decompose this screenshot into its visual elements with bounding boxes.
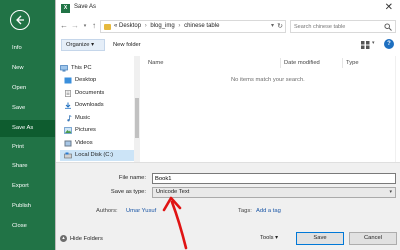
chevron-up-icon: ▴: [60, 235, 67, 242]
file-name-label: File name:: [118, 175, 146, 181]
chevron-right-icon: ›: [178, 23, 181, 29]
save-button[interactable]: Save: [296, 232, 344, 245]
forward-icon[interactable]: →: [70, 21, 80, 31]
dialog-toolbar: Organize ▾ New folder ▾ ?: [56, 37, 400, 53]
excel-icon: X: [61, 4, 70, 13]
tree-label: This PC: [71, 65, 92, 71]
search-input[interactable]: [294, 23, 384, 31]
navigation-pane: This PC Desktop Documents Downloads Musi…: [56, 56, 140, 162]
hide-folders-toggle[interactable]: ▴ Hide Folders: [60, 235, 103, 242]
chevron-down-icon[interactable]: ▾: [372, 40, 375, 46]
tree-item-music[interactable]: Music: [60, 113, 132, 124]
chevron-right-icon: ›: [144, 23, 147, 29]
search-box[interactable]: [290, 20, 396, 33]
breadcrumb-item[interactable]: chinese table: [184, 23, 219, 29]
file-name-input[interactable]: [152, 173, 396, 184]
chevron-down-icon[interactable]: ▾: [389, 188, 392, 197]
tree-item-pictures[interactable]: Pictures: [60, 125, 132, 136]
tree-label: Music: [75, 115, 91, 121]
empty-message: No items match your search.: [231, 77, 305, 83]
tools-button[interactable]: Tools ▾: [260, 235, 278, 241]
menu-item-open[interactable]: Open: [0, 80, 55, 97]
tags-label: Tags:: [238, 208, 252, 214]
tree-item-downloads[interactable]: Downloads: [60, 100, 132, 111]
chevron-down-icon[interactable]: ▾: [271, 22, 274, 29]
folder-icon: [104, 24, 111, 30]
breadcrumb: « Desktop › blog_img › chinese table: [114, 23, 219, 29]
up-icon[interactable]: ↑: [89, 21, 99, 31]
menu-item-close[interactable]: Close: [0, 218, 55, 235]
tree-label: Documents: [75, 90, 105, 96]
column-header-type[interactable]: Type: [346, 60, 359, 66]
cancel-button[interactable]: Cancel: [349, 232, 397, 245]
menu-item-publish[interactable]: Publish: [0, 198, 55, 215]
music-icon: [67, 115, 72, 122]
tags-value[interactable]: Add a tag: [256, 208, 281, 214]
menu-item-print[interactable]: Print: [0, 139, 55, 156]
view-options-icon[interactable]: [361, 41, 370, 49]
column-header-name[interactable]: Name: [148, 60, 163, 66]
address-bar[interactable]: « Desktop › blog_img › chinese table ▾ ↻: [100, 20, 286, 33]
file-list: Name Date modified Type No items match y…: [140, 56, 400, 162]
menu-item-new[interactable]: New: [0, 60, 55, 77]
download-icon: [65, 102, 71, 109]
tree-label: Desktop: [75, 77, 97, 83]
menu-item-info[interactable]: Info: [0, 40, 55, 57]
close-icon[interactable]: ✕: [385, 2, 393, 13]
documents-icon: [65, 90, 71, 97]
computer-icon: [60, 65, 68, 72]
drive-icon: [64, 152, 72, 159]
tree-item-videos[interactable]: Videos: [60, 138, 132, 149]
breadcrumb-item[interactable]: Desktop: [119, 23, 141, 29]
search-icon[interactable]: [384, 23, 392, 31]
scrollbar-thumb[interactable]: [135, 98, 139, 138]
save-as-type-select[interactable]: Unicode Text ▾: [152, 187, 396, 198]
column-header-date-modified[interactable]: Date modified: [284, 60, 320, 66]
tree-item-local-disk[interactable]: Local Disk (C:): [60, 150, 134, 161]
tree-item-this-pc[interactable]: This PC: [58, 63, 130, 74]
tree-label: Videos: [75, 140, 93, 146]
menu-item-share[interactable]: Share: [0, 158, 55, 175]
authors-label: Authors:: [96, 208, 118, 214]
hide-folders-label: Hide Folders: [70, 236, 103, 243]
save-as-type-label: Save as type:: [110, 189, 146, 195]
videos-icon: [64, 140, 72, 147]
save-as-type-value: Unicode Text: [156, 189, 190, 195]
save-form: File name: Save as type: Unicode Text ▾ …: [56, 162, 400, 224]
menu-item-save-as[interactable]: Save As: [0, 120, 55, 137]
desktop-icon: [64, 77, 72, 84]
dialog-titlebar: X Save As ✕: [56, 0, 400, 17]
navigation-bar: ← → ▾ ↑ « Desktop › blog_img › chinese t…: [56, 20, 400, 34]
tree-label: Downloads: [75, 102, 104, 108]
authors-value[interactable]: Umar Yusuf: [126, 208, 156, 214]
help-icon[interactable]: ?: [384, 39, 394, 49]
pictures-icon: [64, 127, 72, 134]
organize-button[interactable]: Organize ▾: [61, 39, 105, 51]
new-folder-button[interactable]: New folder: [113, 39, 141, 51]
back-icon[interactable]: ←: [59, 21, 69, 31]
breadcrumb-item[interactable]: blog_img: [150, 23, 174, 29]
list-scrollbar[interactable]: [395, 56, 400, 162]
column-divider[interactable]: [342, 58, 343, 68]
tree-item-desktop[interactable]: Desktop: [60, 75, 132, 86]
menu-item-save[interactable]: Save: [0, 100, 55, 117]
refresh-icon[interactable]: ↻: [277, 22, 283, 30]
menu-item-export[interactable]: Export: [0, 178, 55, 195]
back-arrow-icon[interactable]: [10, 10, 30, 30]
tree-label: Local Disk (C:): [75, 152, 114, 158]
breadcrumb-overflow[interactable]: «: [114, 23, 117, 29]
tree-item-documents[interactable]: Documents: [60, 88, 132, 99]
column-divider[interactable]: [280, 58, 281, 68]
dialog-title: Save As: [74, 4, 97, 10]
save-as-dialog: X Save As ✕ ← → ▾ ↑ « Desktop › blog_img…: [55, 0, 400, 250]
tree-label: Pictures: [75, 127, 96, 133]
backstage-sidebar: Info New Open Save Save As Print Share E…: [0, 0, 55, 250]
dialog-footer: ▴ Hide Folders Tools ▾ Save Cancel: [56, 224, 400, 250]
